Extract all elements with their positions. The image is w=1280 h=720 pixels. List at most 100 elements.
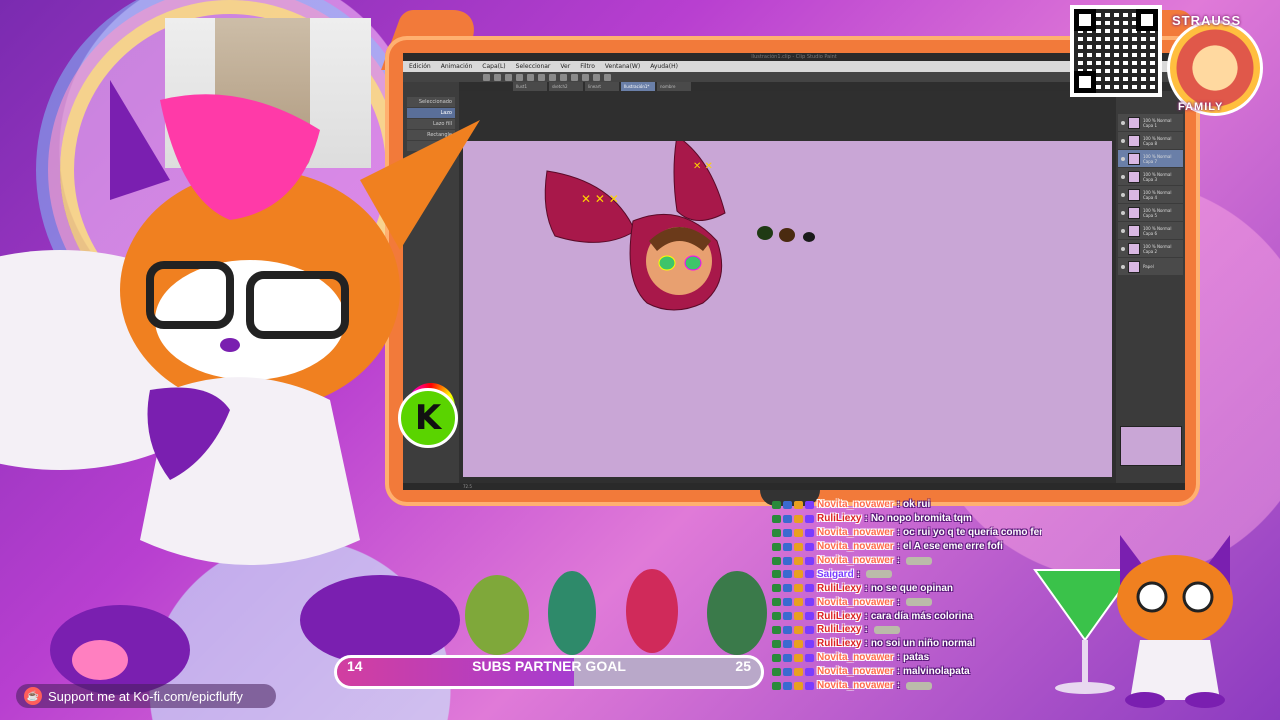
snap-icon[interactable] <box>582 73 589 81</box>
layer-row[interactable]: 100 % Normal Capa 6 <box>1118 222 1183 239</box>
chat-username[interactable]: Novita_novawer <box>817 499 894 510</box>
layer-row[interactable]: 100 % Normal Capa 3 <box>1118 168 1183 185</box>
chat-badge-icon <box>794 653 803 662</box>
chat-message: Novita_novawer: oc rui yo q te quería com… <box>772 526 1042 540</box>
chat-badge-icon <box>783 528 792 537</box>
mascot-head <box>1117 555 1233 645</box>
layer-row[interactable]: 100 % Normal Capa 4 <box>1118 186 1183 203</box>
layer-name: Capa 3 <box>1143 176 1158 182</box>
eye-icon[interactable] <box>1121 228 1125 233</box>
chat-separator: : <box>896 596 901 608</box>
grid-icon[interactable] <box>604 73 611 81</box>
chat-username[interactable]: Novita_novawer <box>817 541 894 552</box>
deselect-icon[interactable] <box>571 73 578 81</box>
chat-badge-icon <box>783 667 792 676</box>
menu-item-6[interactable]: Ventana(W) <box>605 61 640 72</box>
chat-badges <box>772 500 814 509</box>
fox-ear-left <box>110 80 170 200</box>
kofi-banner[interactable]: ☕ Support me at Ko-fi.com/epicfluffy <box>16 684 276 708</box>
qr-finder-tr <box>1136 9 1158 31</box>
eye-icon[interactable] <box>1121 156 1125 161</box>
window-title: Ilustración1.clip - Clip Studio Paint <box>403 53 1185 61</box>
ruler-icon[interactable] <box>593 73 600 81</box>
chat-badge-icon <box>794 625 803 634</box>
menu-item-7[interactable]: Ayuda(H) <box>650 61 678 72</box>
chat-username[interactable]: RuliLiexy <box>817 611 861 622</box>
layer-row[interactable]: 100 % Normal Capa 7 <box>1118 150 1183 167</box>
undo-icon[interactable] <box>516 73 523 81</box>
eye-icon[interactable] <box>1121 138 1125 143</box>
chat-username[interactable]: RuliLiexy <box>817 624 861 635</box>
sub-avatar-3 <box>626 569 678 653</box>
menu-item-5[interactable]: Filtro <box>580 61 595 72</box>
chat-badge-icon <box>783 570 792 579</box>
tab-3[interactable]: Ilustración1* <box>621 82 655 91</box>
menu-item-4[interactable]: Ver <box>560 61 570 72</box>
chat-message: Novita_novawer: <box>772 679 1042 693</box>
qr-finder-tl <box>1074 9 1096 31</box>
goal-target: 25 <box>735 658 751 674</box>
emote-icon <box>906 556 933 565</box>
chat-badge-icon <box>805 639 814 648</box>
chat-badge-icon <box>805 528 814 537</box>
layer-row[interactable]: 100 % Normal Capa 2 <box>1118 240 1183 257</box>
eye-icon[interactable] <box>1121 246 1125 251</box>
layer-thumbnail <box>1128 260 1140 273</box>
chat-username[interactable]: Novita_novawer <box>817 527 894 538</box>
select-all-icon[interactable] <box>560 73 567 81</box>
right-eye <box>684 255 702 271</box>
artwork-svg: ✕ ✕ ✕ ✕ ✕ <box>544 135 815 311</box>
chat-badges <box>772 612 814 621</box>
eye-icon[interactable] <box>1121 120 1125 125</box>
swatch-black <box>803 232 815 242</box>
chat-username[interactable]: Novita_novawer <box>817 555 894 566</box>
tab-2[interactable]: lineart <box>585 82 619 91</box>
layer-row[interactable]: 100 % Normal Capa 5 <box>1118 204 1183 221</box>
chat-separator: : <box>856 568 861 580</box>
layer-info: 100 % Normal Capa 7 <box>1143 154 1171 164</box>
sub-avatar-1 <box>465 575 529 655</box>
drawing-canvas[interactable]: ✕ ✕ ✕ ✕ ✕ <box>463 135 1112 477</box>
eye-icon[interactable] <box>1121 210 1125 215</box>
layer-info: Papel <box>1143 264 1154 269</box>
eye-icon[interactable] <box>1121 174 1125 179</box>
chat-username[interactable]: Novita_novawer <box>817 652 894 663</box>
chat-badge-icon <box>794 570 803 579</box>
tab-1[interactable]: sketch2 <box>549 82 583 91</box>
transform-icon[interactable] <box>549 73 556 81</box>
chat-badge-icon <box>783 556 792 565</box>
redo-icon[interactable] <box>527 73 534 81</box>
chat-username[interactable]: RuliLiexy <box>817 513 861 524</box>
chat-badges <box>772 598 814 607</box>
chat-username[interactable]: RuliLiexy <box>817 583 861 594</box>
tab-0[interactable]: Ilust1 <box>513 82 547 91</box>
chat-badge-icon <box>794 514 803 523</box>
chat-username[interactable]: Novita_novawer <box>817 680 894 691</box>
chat-message: Saigard: <box>772 567 1042 581</box>
chat-username[interactable]: Novita_novawer <box>817 597 894 608</box>
chat-username[interactable]: Saigard <box>817 569 854 580</box>
tab-4[interactable]: nombre <box>657 82 691 91</box>
badge-top-text: STRAUSS <box>1172 13 1242 28</box>
mascot-glasses-right <box>1182 581 1214 613</box>
chat-username[interactable]: RuliLiexy <box>817 638 861 649</box>
navigator-preview[interactable] <box>1120 426 1182 466</box>
eye-icon[interactable] <box>1121 264 1125 269</box>
chat-separator: : <box>864 582 868 594</box>
chat-separator: : <box>896 666 901 678</box>
chat-separator: : <box>896 541 901 553</box>
chat-username[interactable]: Novita_novawer <box>817 666 894 677</box>
chat-badges <box>772 570 814 579</box>
save-icon[interactable] <box>505 73 512 81</box>
chat-badge-icon <box>783 639 792 648</box>
chat-badge-icon <box>805 514 814 523</box>
subs-goal-bar: 14 SUBS PARTNER GOAL 25 <box>334 655 764 689</box>
chat-badge-icon <box>783 542 792 551</box>
chat-badges <box>772 625 814 634</box>
eye-icon[interactable] <box>1121 192 1125 197</box>
layer-row[interactable]: 100 % Normal Capa 8 <box>1118 132 1183 149</box>
layer-row[interactable]: Papel <box>1118 258 1183 275</box>
clear-icon[interactable] <box>538 73 545 81</box>
layer-thumbnail <box>1128 224 1140 237</box>
menu-item-3[interactable]: Seleccionar <box>516 61 551 72</box>
